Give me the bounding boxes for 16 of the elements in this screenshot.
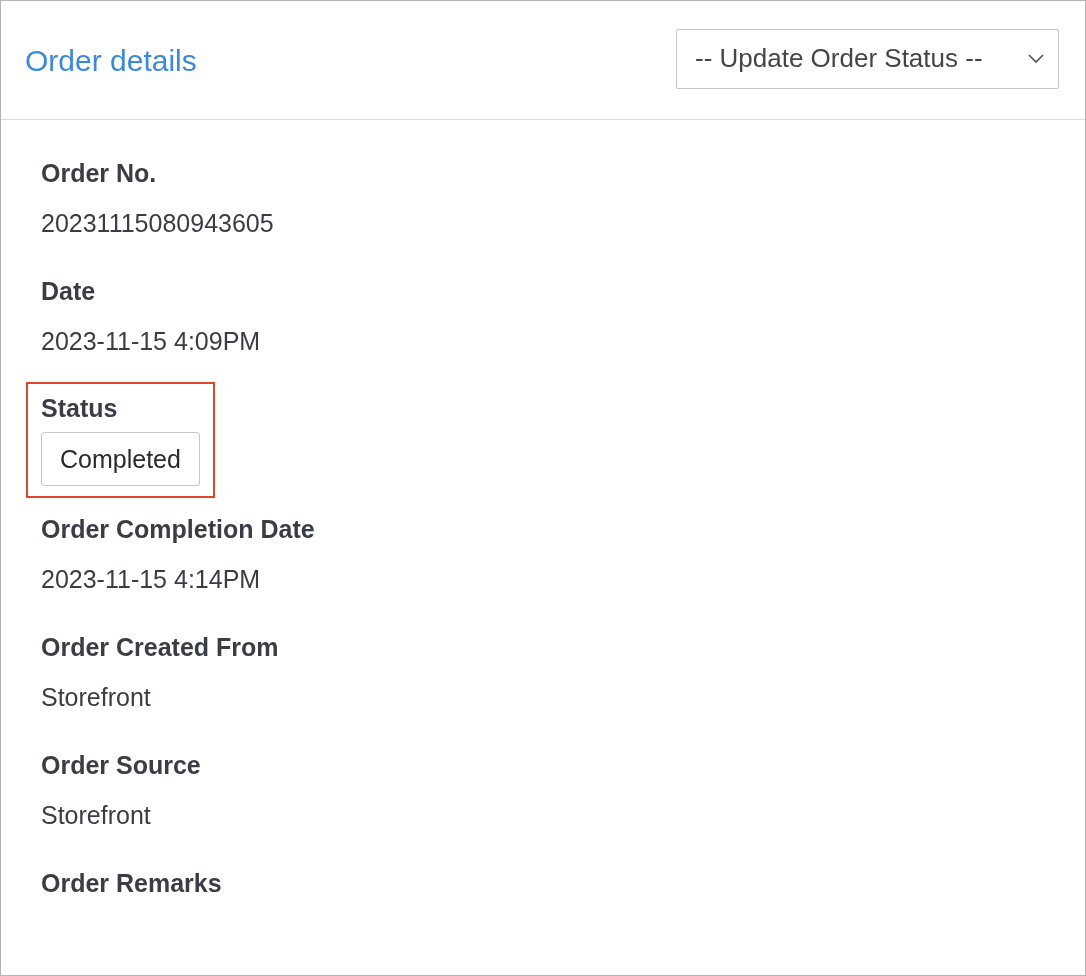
field-label: Order Completion Date (41, 514, 315, 545)
field-value: 2023-11-15 4:14PM (41, 564, 262, 595)
field-value: Storefront (41, 800, 152, 831)
field-value: 2023-11-15 4:09PM (41, 326, 261, 357)
order-status-select[interactable]: -- Update Order Status -- (676, 28, 1059, 89)
field-label: Date (41, 276, 97, 307)
field-value: Storefront (41, 682, 152, 713)
field-label: Order Source (41, 750, 201, 781)
field-value: 20231115080943605 (41, 208, 274, 239)
field-label: Order Created From (41, 632, 279, 663)
status-badge: Completed (41, 432, 200, 486)
field-label: Order No. (41, 158, 158, 189)
field-label: Status (41, 393, 119, 424)
chevron-down-icon (1028, 53, 1044, 64)
panel-title: Order details (25, 42, 197, 79)
field-label: Order Remarks (41, 868, 222, 899)
